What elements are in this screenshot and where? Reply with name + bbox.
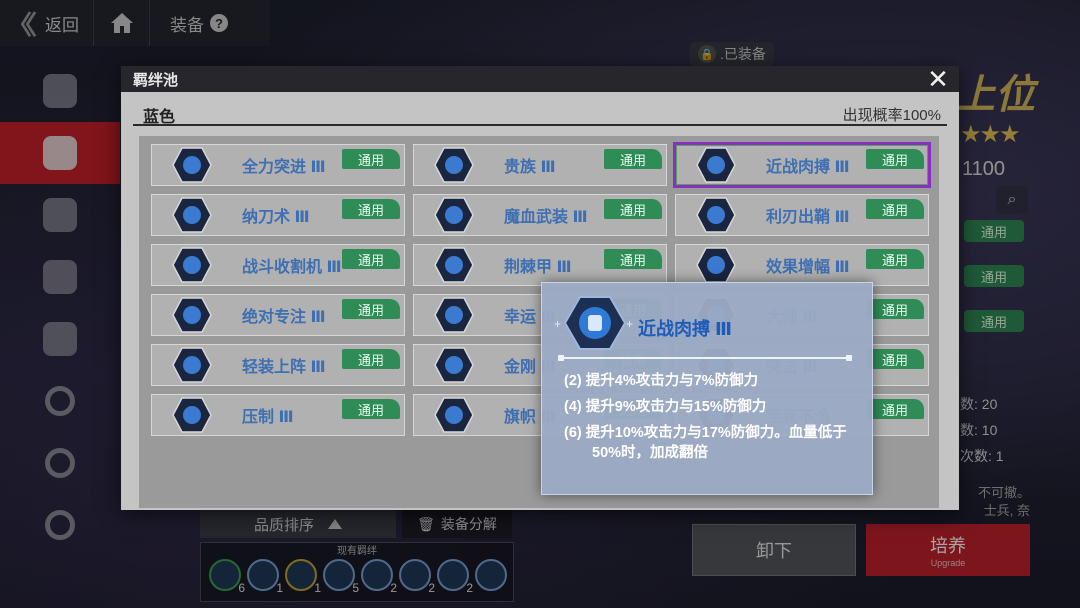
bond-name: 战斗收割机 Ⅲ bbox=[242, 259, 342, 276]
modal-header: 羁绊池 bbox=[121, 66, 959, 92]
bond-card[interactable]: 荆棘甲 Ⅲ 通用 bbox=[413, 244, 667, 286]
bond-tag: 通用 bbox=[604, 249, 662, 269]
bond-card[interactable]: 近战肉搏 Ⅲ 通用 bbox=[673, 142, 931, 188]
suppress-icon bbox=[172, 397, 212, 433]
bond-tag: 通用 bbox=[866, 199, 924, 219]
divider bbox=[558, 355, 852, 361]
modal-title: 羁绊池 bbox=[133, 71, 179, 89]
bond-tag: 通用 bbox=[866, 299, 924, 319]
bond-tag: 通用 bbox=[604, 199, 662, 219]
bond-card[interactable]: 魔血武装 Ⅲ 通用 bbox=[413, 194, 667, 236]
bond-name: 利刃出鞘 Ⅲ bbox=[766, 209, 850, 226]
bond-name: 效果增幅 Ⅲ bbox=[766, 259, 850, 276]
bond-card[interactable]: 贵族 Ⅲ 通用 bbox=[413, 144, 667, 186]
bond-card[interactable]: 压制 Ⅲ 通用 bbox=[151, 394, 405, 436]
bond-card[interactable]: 效果增幅 Ⅲ 通用 bbox=[675, 244, 929, 286]
quality-header: 蓝色 出现概率100% bbox=[133, 100, 947, 126]
tooltip-title: 近战肉搏 Ⅲ bbox=[638, 319, 733, 339]
bond-tag: 通用 bbox=[342, 149, 400, 169]
effect-line: (4) 提升9%攻击力与15%防御力 bbox=[564, 399, 767, 415]
bond-tag: 通用 bbox=[342, 249, 400, 269]
bond-name: 纳刀术 Ⅲ bbox=[242, 209, 310, 226]
bond-name: 轻装上阵 Ⅲ bbox=[242, 359, 326, 376]
star-icon bbox=[434, 297, 474, 333]
plus-decor-icon: + bbox=[554, 317, 562, 331]
bond-tag: 通用 bbox=[866, 149, 924, 169]
bond-card[interactable]: 利刃出鞘 Ⅲ 通用 bbox=[675, 194, 929, 236]
effect-list: (2) 提升4%攻击力与7%防御力 (4) 提升9%攻击力与15%防御力 (6)… bbox=[564, 371, 854, 469]
bond-tag: 通用 bbox=[342, 349, 400, 369]
plus-decor-icon: + bbox=[626, 317, 634, 331]
close-button[interactable]: ✕ bbox=[923, 64, 953, 94]
boot-icon bbox=[172, 347, 212, 383]
bond-name: 近战肉搏 Ⅲ bbox=[766, 159, 850, 176]
probability-label: 出现概率100% bbox=[842, 107, 941, 124]
bond-name: 压制 Ⅲ bbox=[242, 409, 294, 426]
fist-icon bbox=[563, 295, 627, 351]
blade-icon bbox=[172, 197, 212, 233]
bond-tag: 通用 bbox=[342, 399, 400, 419]
bond-tag: 通用 bbox=[866, 249, 924, 269]
banner-icon bbox=[434, 397, 474, 433]
sword-icon bbox=[696, 197, 736, 233]
close-icon: ✕ bbox=[927, 63, 949, 94]
sawblade-icon bbox=[172, 247, 212, 283]
bond-card[interactable]: 战斗收割机 Ⅲ 通用 bbox=[151, 244, 405, 286]
fist-icon bbox=[696, 147, 736, 183]
crown-icon bbox=[434, 147, 474, 183]
bond-tooltip: + + 近战肉搏 Ⅲ (2) 提升4%攻击力与7%防御力 (4) 提升9%攻击力… bbox=[541, 282, 873, 495]
dash-icon bbox=[172, 147, 212, 183]
bond-card[interactable]: 纳刀术 Ⅲ 通用 bbox=[151, 194, 405, 236]
bond-tag: 通用 bbox=[342, 199, 400, 219]
bond-tag: 通用 bbox=[342, 299, 400, 319]
bond-name: 魔血武装 Ⅲ bbox=[504, 209, 588, 226]
bond-tag: 通用 bbox=[604, 149, 662, 169]
effect-line: (2) 提升4%攻击力与7%防御力 bbox=[564, 373, 759, 389]
thorn-icon bbox=[434, 247, 474, 283]
blood-armor-icon bbox=[434, 197, 474, 233]
bond-tag: 通用 bbox=[866, 399, 924, 419]
quality-label: 蓝色 bbox=[143, 109, 176, 126]
focus-icon bbox=[172, 297, 212, 333]
bond-name: 绝对专注 Ⅲ bbox=[242, 309, 326, 326]
bond-card[interactable]: 全力突进 Ⅲ 通用 bbox=[151, 144, 405, 186]
bond-tag: 通用 bbox=[866, 349, 924, 369]
figure-icon bbox=[434, 347, 474, 383]
bond-name: 荆棘甲 Ⅲ bbox=[504, 259, 572, 276]
bond-card[interactable]: 绝对专注 Ⅲ 通用 bbox=[151, 294, 405, 336]
bond-name: 贵族 Ⅲ bbox=[504, 159, 556, 176]
bond-card[interactable]: 轻装上阵 Ⅲ 通用 bbox=[151, 344, 405, 386]
amplify-icon bbox=[696, 247, 736, 283]
bond-name: 全力突进 Ⅲ bbox=[242, 159, 326, 176]
effect-line: (6) 提升10%攻击力与17%防御力。血量低于50%时，加成翻倍 bbox=[564, 425, 847, 461]
